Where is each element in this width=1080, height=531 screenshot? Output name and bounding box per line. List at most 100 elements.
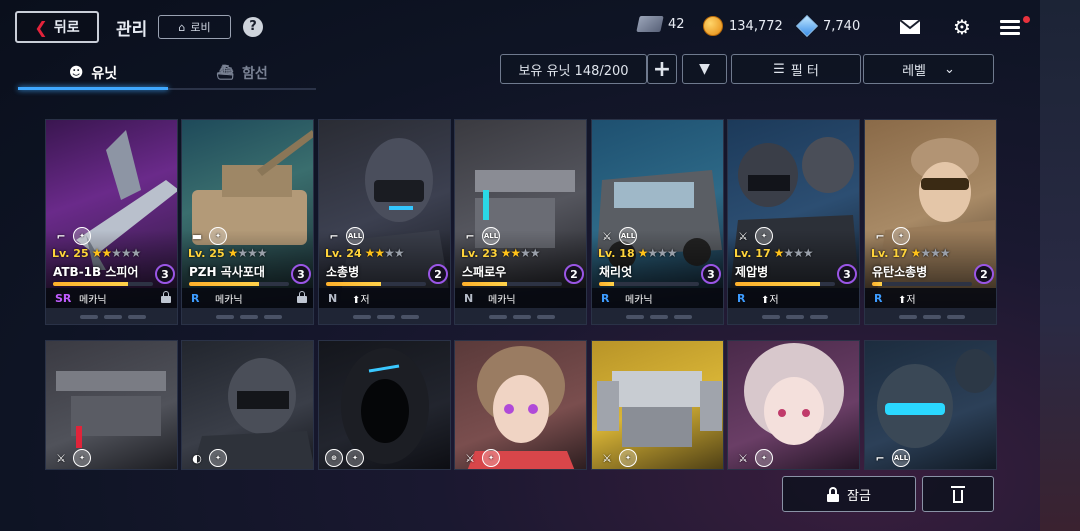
unit-name: 제압병	[735, 265, 769, 279]
stars-empty: ★★★	[647, 246, 677, 260]
soldier-icon: ☻	[68, 65, 84, 81]
filter-button[interactable]: ☰ 필 터	[731, 54, 861, 84]
exp-bar	[872, 282, 972, 286]
class-icons: ⚔ ✦	[734, 227, 773, 245]
mail-icon[interactable]	[898, 16, 922, 38]
lobby-button[interactable]: ⌂ 로비	[158, 15, 231, 39]
level-row: Lv. 18 ★★★★	[598, 246, 678, 260]
stars-empty: ★★★	[783, 246, 813, 260]
unit-card[interactable]: ⚔ ✦	[727, 340, 860, 470]
gold-counter: 134,772	[703, 16, 783, 36]
exp-bar	[189, 282, 289, 286]
lobby-label: 로비	[190, 21, 211, 34]
class-icons: ⚔ ✦	[598, 449, 637, 467]
unit-card[interactable]: ▬ ✦ Lv. 25 ★★★★ PZH 곡사포대 3 R 메카닉	[181, 119, 314, 325]
unit-level: Lv. 18	[598, 246, 635, 260]
all-target-icon: ALL	[346, 227, 364, 245]
unit-level: Lv. 17	[871, 246, 908, 260]
exp-bar-fill	[462, 282, 507, 286]
stars-filled: ★	[773, 246, 785, 260]
tab-ships[interactable]: ⛴ 함선	[168, 56, 316, 90]
exp-bar	[326, 282, 426, 286]
expand-capacity-button[interactable]: +	[647, 54, 677, 84]
unit-level: Lv. 17	[734, 246, 771, 260]
unit-card[interactable]: ⌐ ALL Lv. 24 ★★★★ 소총병 2 N ⬆저	[318, 119, 451, 325]
stars-filled: ★★	[364, 246, 385, 260]
deploy-cost: 3	[291, 264, 311, 284]
class-icons: ⌐ ALL	[871, 449, 910, 467]
unit-card[interactable]: ⌐ ALL	[864, 340, 997, 470]
target-icon: ✦	[892, 227, 910, 245]
unit-card[interactable]: ⌐ ALL Lv. 23 ★★★★ 스패로우 2 N 메카닉	[454, 119, 587, 325]
target-icon: ✦	[482, 449, 500, 467]
unit-card[interactable]: ◐ ✦	[181, 340, 314, 470]
unit-card[interactable]: ⚔ ✦ Lv. 17 ★★★★ 제압병 3 R ⬆저	[727, 119, 860, 325]
unit-level: Lv. 25	[188, 246, 225, 260]
help-button[interactable]: ?	[243, 17, 263, 37]
back-button[interactable]: ❮ 뒤로	[15, 11, 99, 43]
tab-units[interactable]: ☻ 유닛	[18, 56, 168, 90]
exp-bar	[735, 282, 835, 286]
exp-bar	[53, 282, 153, 286]
deploy-cost: 3	[837, 264, 857, 284]
level-row: Lv. 23 ★★★★	[461, 246, 541, 260]
sort-label: 레벨	[902, 63, 926, 79]
deploy-cost: 2	[974, 264, 994, 284]
sort-direction-button[interactable]: ▼	[682, 54, 727, 84]
sort-dropdown[interactable]: 레벨 ⌄	[863, 54, 994, 84]
exp-bar	[462, 282, 562, 286]
lock-icon	[297, 291, 307, 304]
unit-card[interactable]: ⚔ ✦	[591, 340, 724, 470]
unit-card[interactable]: ⚔ ALL Lv. 18 ★★★★ 채리엇 3 R 메카닉	[591, 119, 724, 325]
unit-info-row: N ⬆저	[319, 288, 450, 308]
crossed-swords-icon: ⚔	[738, 451, 748, 465]
exp-bar	[599, 282, 699, 286]
target-icon: ✦	[755, 227, 773, 245]
filter-label: 필 터	[790, 63, 819, 79]
rarity-badge: N	[328, 291, 338, 305]
stars-empty: ★★★	[920, 246, 950, 260]
unit-type: ⬆저	[352, 294, 370, 306]
unit-type: 메카닉	[79, 294, 107, 306]
unit-info-row: R ⬆저	[865, 288, 996, 308]
unit-card[interactable]: ⚔ ✦	[45, 340, 178, 470]
diamond-icon	[795, 14, 819, 38]
class-icons: ⌐ ✦	[52, 227, 91, 245]
delete-button[interactable]	[922, 476, 994, 512]
unit-type: 메카닉	[488, 294, 516, 306]
unit-name: 채리엇	[599, 265, 633, 279]
tab-ships-label: 함선	[242, 66, 268, 82]
gem-counter: 7,740	[795, 14, 860, 38]
exp-bar-fill	[872, 282, 882, 286]
chevron-left-icon: ❮	[34, 17, 48, 37]
top-bar: ❮ 뒤로 관리 ⌂ 로비 ? 42 134,772 7,740 ⚙	[0, 0, 1040, 54]
target-icon: ✦	[73, 449, 91, 467]
crossed-swords-icon: ⚔	[465, 451, 475, 465]
unit-card[interactable]: ⌐ ✦ Lv. 17 ★★★★ 유탄소총병 2 R ⬆저	[864, 119, 997, 325]
equipment-slots	[46, 308, 177, 324]
shield-icon: ◐	[192, 451, 202, 465]
unit-name: 유탄소총병	[872, 265, 928, 279]
lock-button[interactable]: 잠금	[782, 476, 916, 512]
hamburger-menu-icon[interactable]	[998, 16, 1022, 38]
equipment-slots	[455, 308, 586, 324]
unit-card[interactable]: ⊕ ✦	[318, 340, 451, 470]
chevron-down-icon: ⌄	[944, 61, 955, 77]
class-icons: ⚔ ✦	[734, 449, 773, 467]
gold-count: 134,772	[729, 18, 783, 34]
unit-name: PZH 곡사포대	[189, 265, 265, 279]
notification-dot	[1023, 16, 1030, 23]
class-icons: ⊕ ✦	[325, 449, 364, 467]
unit-name: 소총병	[326, 265, 360, 279]
unit-card[interactable]: ⌐ ✦ Lv. 25 ★★★★★ ATB-1B 스피어 3 SR 메카닉	[45, 119, 178, 325]
unit-name: 스패로우	[462, 265, 507, 279]
gear-icon[interactable]: ⚙	[950, 15, 974, 39]
all-target-icon: ALL	[892, 449, 910, 467]
level-row: Lv. 25 ★★★★★	[52, 246, 141, 260]
rarity-badge: R	[874, 291, 883, 305]
lock-icon	[827, 486, 840, 502]
ticket-counter: 42	[636, 16, 685, 32]
crossed-swords-icon: ⚔	[602, 451, 612, 465]
unit-card[interactable]: ⚔ ✦	[454, 340, 587, 470]
rarity-badge: SR	[55, 291, 72, 305]
